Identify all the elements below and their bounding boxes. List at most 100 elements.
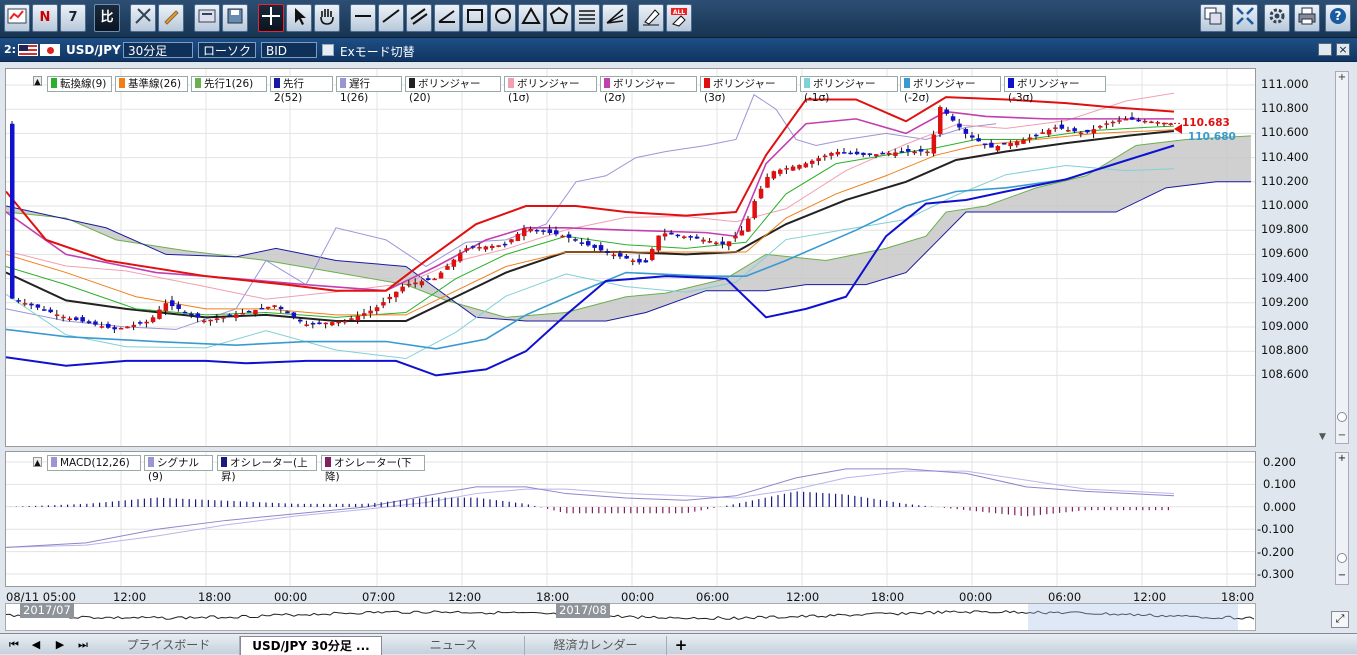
candle-body [560, 235, 565, 238]
trendline-icon[interactable] [378, 4, 404, 32]
legend-label: 先行1(26) [204, 78, 254, 90]
circle-icon[interactable] [490, 4, 516, 32]
macd-legend-collapse-icon[interactable]: ▲ [33, 457, 42, 467]
chart-window-icon[interactable] [4, 4, 30, 32]
macd-legend-item[interactable]: シグナル(9) [144, 455, 213, 483]
candle-body [970, 135, 975, 138]
prev-tab-icon[interactable]: ◀ [28, 637, 44, 653]
macd-scale-minus-icon[interactable]: − [1337, 570, 1347, 582]
candle-body [707, 241, 713, 243]
timeframe-select[interactable]: 30分足 [123, 42, 193, 58]
rectangle-icon[interactable] [462, 4, 488, 32]
pentagon-icon[interactable] [546, 4, 572, 32]
macd-axis-label: -0.100 [1257, 522, 1295, 537]
price-chart[interactable] [5, 69, 1255, 446]
settings-gear-icon[interactable] [1264, 4, 1290, 32]
scale-minus-icon[interactable]: − [1337, 430, 1347, 442]
scale-plus-icon[interactable]: + [1337, 72, 1347, 84]
candle-body [637, 258, 642, 263]
legend-item[interactable]: ボリンジャー(-3σ) [1004, 76, 1106, 104]
tab-price-board[interactable]: プライスボード [98, 636, 240, 655]
legend-swatch [1008, 78, 1014, 88]
legend-item[interactable]: 先行2(52) [270, 76, 333, 104]
price-scale-scrollbar[interactable]: + − [1335, 71, 1349, 444]
tab-usdjpy-chart[interactable]: USD/JPY 30分足 ... [240, 636, 382, 655]
legend-item[interactable]: 基準線(26) [115, 76, 188, 92]
candle-body [1059, 124, 1065, 129]
candle-body [893, 152, 898, 156]
calendar-icon[interactable]: 7 [60, 4, 86, 32]
tab-economic-calendar[interactable]: 経済カレンダー [525, 636, 667, 655]
fibonacci-icon[interactable] [574, 4, 600, 32]
macd-scale-scrollbar[interactable]: + − [1335, 452, 1349, 585]
legend-collapse-icon[interactable]: ▲ [33, 76, 42, 86]
tab-news[interactable]: ニュース [383, 636, 525, 655]
macd-scale-handle[interactable] [1337, 553, 1347, 563]
expand-icon[interactable]: ⤢ [1331, 611, 1349, 628]
candle-body [304, 324, 309, 326]
angle-icon[interactable] [434, 4, 460, 32]
candle-body [426, 278, 431, 280]
jp-flag-icon [40, 44, 60, 56]
compare-button[interactable]: 比 [94, 4, 120, 32]
overview-range-window[interactable] [1028, 604, 1238, 630]
legend-item[interactable]: ボリンジャー(2σ) [600, 76, 697, 104]
main-collapse-icon[interactable]: ▼ [1319, 432, 1330, 444]
macd-line [5, 468, 1175, 548]
symbol-label[interactable]: USD/JPY [62, 42, 125, 58]
save-icon[interactable] [222, 4, 248, 32]
candle-body [662, 233, 668, 237]
legend-label: 基準線(26) [128, 78, 182, 90]
add-tab-icon[interactable]: + [673, 637, 689, 653]
candle-body [214, 318, 220, 321]
candle-body [778, 169, 783, 174]
first-tab-icon[interactable]: ⏮ [6, 637, 22, 653]
tenkan-sen [5, 125, 1175, 318]
triangle-icon[interactable] [518, 4, 544, 32]
macd-panel[interactable] [5, 451, 1256, 587]
pointer-icon[interactable] [286, 4, 312, 32]
window-layout-icon[interactable] [1200, 4, 1226, 32]
legend-item[interactable]: ボリンジャー(3σ) [700, 76, 797, 104]
bollinger-plus1 [5, 92, 1175, 300]
macd-chart[interactable] [5, 452, 1255, 586]
ex-mode-checkbox[interactable] [322, 44, 334, 56]
channel-icon[interactable] [406, 4, 432, 32]
tools-icon[interactable] [130, 4, 156, 32]
tile-windows-icon[interactable] [1232, 4, 1258, 32]
candle-body [739, 230, 745, 236]
candle-body [944, 109, 949, 114]
pencil-icon[interactable] [158, 4, 184, 32]
next-tab-icon[interactable]: ▶ [52, 637, 68, 653]
print-preview-icon[interactable] [194, 4, 220, 32]
legend-item[interactable]: ボリンジャー(-2σ) [900, 76, 1001, 104]
price-type-select[interactable]: BID [261, 42, 317, 58]
legend-item[interactable]: 転換線(9) [47, 76, 112, 92]
fan-icon[interactable] [602, 4, 628, 32]
restore-window-icon[interactable] [1318, 43, 1332, 56]
chart-type-select[interactable]: ローソク [198, 42, 256, 58]
scale-handle[interactable] [1337, 412, 1347, 422]
printer-icon[interactable] [1294, 4, 1320, 32]
overview-navigator[interactable] [5, 603, 1256, 631]
macd-legend-item[interactable]: MACD(12,26) [47, 455, 141, 471]
macd-legend-item[interactable]: オシレーター(上昇) [217, 455, 317, 483]
horizontal-line-icon[interactable] [350, 4, 376, 32]
legend-item[interactable]: ボリンジャー(-1σ) [800, 76, 898, 104]
candle-body [61, 316, 66, 319]
hand-icon[interactable] [314, 4, 340, 32]
macd-legend-item[interactable]: オシレーター(下降) [321, 455, 425, 483]
legend-item[interactable]: 遅行1(26) [336, 76, 402, 104]
eraser-icon[interactable] [638, 4, 664, 32]
macd-scale-plus-icon[interactable]: + [1337, 453, 1347, 465]
close-window-icon[interactable]: × [1336, 43, 1350, 56]
help-icon[interactable]: ? [1325, 4, 1351, 32]
legend-item[interactable]: ボリンジャー(1σ) [504, 76, 597, 104]
news-icon[interactable]: N [32, 4, 58, 32]
legend-item[interactable]: ボリンジャー(20) [405, 76, 501, 104]
last-tab-icon[interactable]: ⏭ [75, 637, 91, 653]
price-chart-panel[interactable] [5, 68, 1256, 447]
erase-all-icon[interactable]: ALL [666, 4, 692, 32]
legend-item[interactable]: 先行1(26) [191, 76, 267, 92]
crosshair-icon[interactable] [258, 4, 284, 32]
